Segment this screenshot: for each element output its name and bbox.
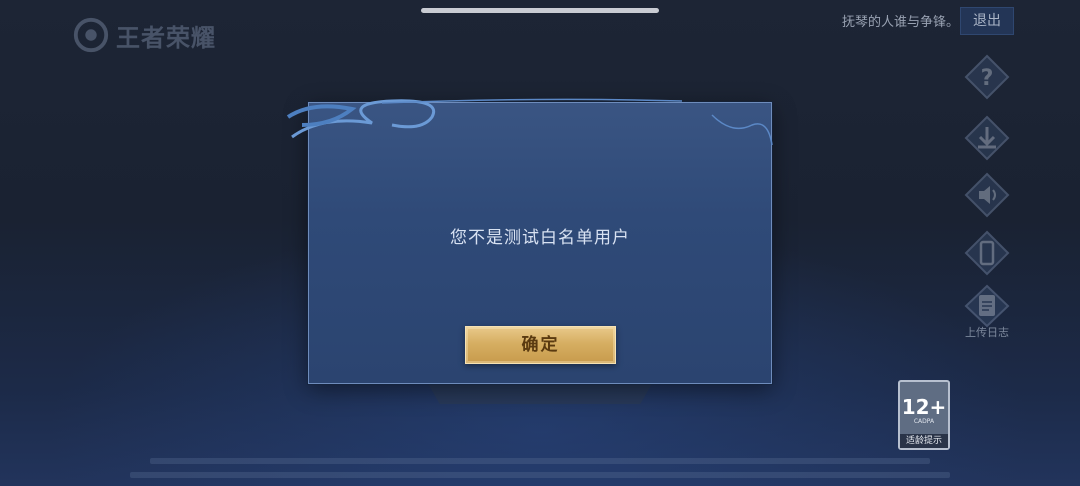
game-logo: 王者荣耀 xyxy=(72,16,216,54)
age-rating-badge: 12+ CADPA 适龄提示 xyxy=(898,380,950,450)
exit-button[interactable]: 退出 xyxy=(960,7,1014,35)
age-rating-org: CADPA xyxy=(913,418,935,425)
user-motto: 抚琴的人谁与争锋。 xyxy=(842,15,960,30)
phone-icon[interactable] xyxy=(962,228,1012,278)
download-icon[interactable] xyxy=(962,113,1012,163)
logo-emblem-icon xyxy=(73,17,109,53)
upload-log-label: 上传日志 xyxy=(965,326,1009,339)
speaker-icon[interactable] xyxy=(962,170,1012,220)
svg-text:?: ? xyxy=(981,66,994,91)
clipboard-icon[interactable] xyxy=(962,284,1012,328)
confirm-button[interactable]: 确定 xyxy=(465,326,616,364)
cloud-ornament-icon xyxy=(286,98,773,146)
home-indicator xyxy=(421,8,659,13)
footer-text-line xyxy=(130,472,950,478)
footer-text-line xyxy=(150,458,930,464)
help-icon[interactable]: ? xyxy=(962,52,1012,102)
age-rating-value: 12+ xyxy=(901,395,947,419)
logo-text: 王者荣耀 xyxy=(116,23,216,52)
dialog-message: 您不是测试白名单用户 xyxy=(450,228,630,248)
age-rating-tip: 适龄提示 xyxy=(900,434,948,448)
